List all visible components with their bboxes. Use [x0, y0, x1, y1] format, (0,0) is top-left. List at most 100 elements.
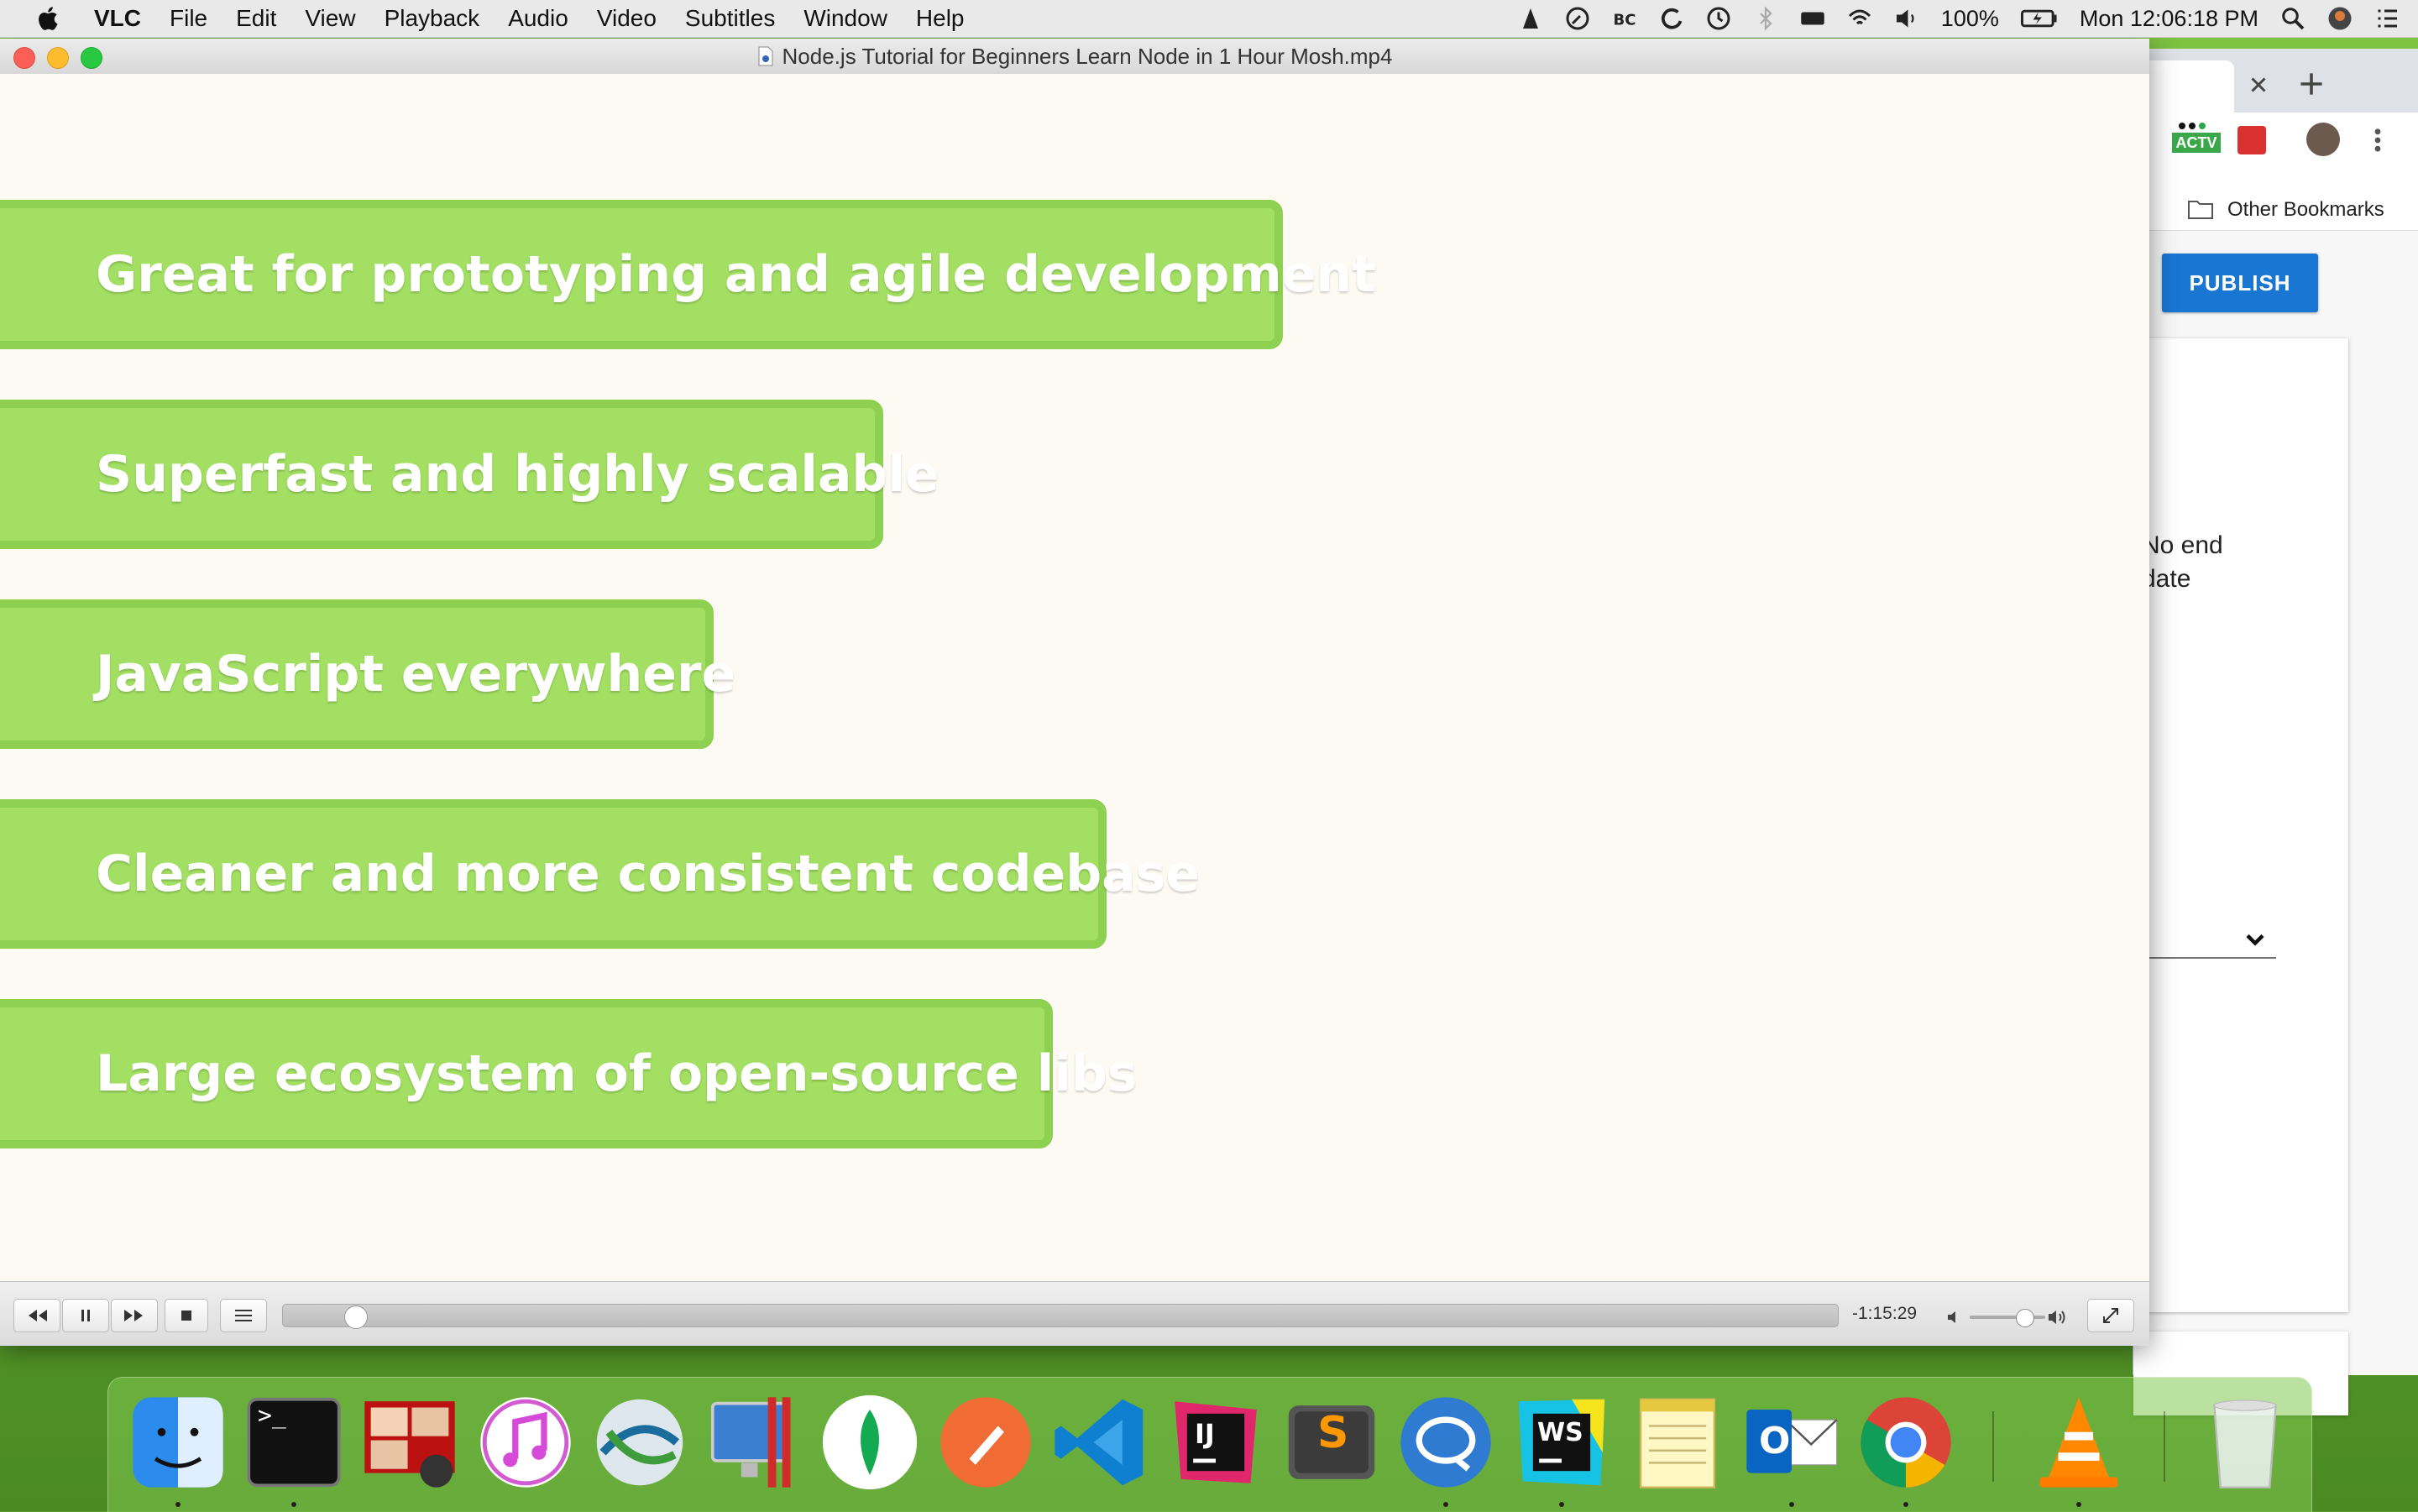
menu-bar: VLC File Edit View Playback Audio Video …: [0, 0, 2418, 38]
spotlight-search-icon[interactable]: [2280, 6, 2305, 31]
profile-avatar[interactable]: [2306, 123, 2340, 156]
terminal-prompt: >_: [258, 1401, 286, 1429]
volume-icon[interactable]: [1894, 6, 1919, 31]
terminal-icon[interactable]: >_: [243, 1391, 345, 1494]
time-machine-icon[interactable]: [1706, 6, 1731, 31]
outlook-icon[interactable]: O: [1740, 1391, 1843, 1494]
dock-separator: [2164, 1411, 2165, 1482]
publish-button[interactable]: PUBLISH: [2162, 254, 2318, 312]
user-avatar-icon[interactable]: [2327, 6, 2353, 31]
postman-icon[interactable]: [934, 1391, 1037, 1494]
notification-center-icon[interactable]: [2374, 6, 2400, 31]
parallels-icon[interactable]: [704, 1391, 807, 1494]
webstorm-label: WS: [1537, 1418, 1583, 1447]
vlc-status-icon[interactable]: [1518, 6, 1543, 31]
folder-icon: [2188, 201, 2213, 219]
itunes-icon[interactable]: [474, 1391, 577, 1494]
webstorm-icon[interactable]: WS: [1510, 1391, 1613, 1494]
actv-badge: ACTV: [2172, 133, 2221, 153]
fast-forward-icon: [124, 1310, 143, 1321]
memory-status-icon[interactable]: [1800, 6, 1825, 31]
stop-button[interactable]: [165, 1299, 208, 1332]
document-icon: [758, 46, 773, 66]
video-area[interactable]: Great for prototyping and agile developm…: [0, 74, 2149, 1281]
intellij-idea-icon[interactable]: IJ: [1165, 1391, 1267, 1494]
new-tab-icon[interactable]: [2296, 69, 2326, 99]
menu-file[interactable]: File: [170, 5, 207, 32]
fast-forward-button[interactable]: [111, 1299, 158, 1332]
window-title: Node.js Tutorial for Beginners Learn Nod…: [782, 43, 1393, 69]
stop-icon: [181, 1311, 191, 1321]
webstorm-running-indicator: [1559, 1502, 1564, 1507]
svg-text:BC: BC: [1613, 12, 1636, 29]
vlc-icon[interactable]: [2028, 1391, 2130, 1494]
remaining-time[interactable]: -1:15:29: [1852, 1304, 1936, 1324]
outlook-label: O: [1759, 1420, 1791, 1462]
sync-status-icon[interactable]: [1659, 6, 1684, 31]
bookmarks-bar: Other Bookmarks: [2133, 188, 2418, 231]
trash-icon[interactable]: [2194, 1391, 2296, 1494]
volume-max-icon[interactable]: [2047, 1307, 2069, 1327]
chevron-down-icon[interactable]: [2243, 927, 2268, 952]
status-menus: BC 100% Mon 12:06:18 PM: [1518, 0, 2400, 37]
menu-help[interactable]: Help: [916, 5, 965, 32]
timeline-knob[interactable]: [344, 1305, 369, 1329]
playlist-icon: [235, 1310, 252, 1321]
pause-icon: [81, 1310, 90, 1321]
network-app-icon[interactable]: [589, 1391, 691, 1494]
settings-card: [2133, 338, 2348, 1312]
volume-knob[interactable]: [2015, 1309, 2034, 1327]
bt-status-icon[interactable]: BC: [1612, 6, 1637, 31]
menu-window[interactable]: Window: [803, 5, 887, 32]
vscode-icon[interactable]: [1049, 1391, 1151, 1494]
playlist-button[interactable]: [220, 1299, 267, 1332]
slide-item-2: Superfast and highly scalable: [0, 400, 939, 549]
vlc-running-indicator: [2076, 1502, 2081, 1507]
sublime-label: S: [1317, 1408, 1349, 1458]
actv-extension-icon[interactable]: ACTV: [2172, 121, 2221, 154]
apple-menu-icon[interactable]: [34, 3, 64, 34]
finder-running-indicator: [175, 1502, 181, 1507]
vlc-window: Node.js Tutorial for Beginners Learn Nod…: [0, 39, 2149, 1346]
vlc-title-bar[interactable]: Node.js Tutorial for Beginners Learn Nod…: [0, 39, 2149, 75]
mongodb-compass-icon[interactable]: [819, 1391, 921, 1494]
hipchat-running-indicator: [1443, 1502, 1448, 1507]
menu-view[interactable]: View: [305, 5, 355, 32]
menu-subtitles[interactable]: Subtitles: [685, 5, 775, 32]
dropdown-underline: [2133, 957, 2276, 959]
battery-icon[interactable]: [2020, 6, 2058, 31]
key-status-icon[interactable]: [1565, 6, 1590, 31]
fullscreen-button[interactable]: [2087, 1299, 2134, 1332]
wifi-icon[interactable]: [1847, 6, 1872, 31]
chrome-running-indicator: [1903, 1502, 1908, 1507]
volume-mute-icon[interactable]: [1946, 1309, 1963, 1326]
bluetooth-icon[interactable]: [1753, 6, 1778, 31]
sublime-text-icon[interactable]: S: [1280, 1391, 1383, 1494]
battery-percentage[interactable]: 100%: [1941, 6, 1999, 32]
extension-icon[interactable]: [2237, 126, 2266, 154]
menu-clock[interactable]: Mon 12:06:18 PM: [2080, 6, 2258, 32]
outlook-running-indicator: [1789, 1502, 1794, 1507]
other-bookmarks-link[interactable]: Other Bookmarks: [2227, 198, 2384, 222]
chrome-menu-icon[interactable]: [2365, 126, 2390, 154]
window-title-container: Node.js Tutorial for Beginners Learn Nod…: [0, 39, 2149, 74]
photo-booth-icon[interactable]: [359, 1391, 461, 1494]
slide-item-3: JavaScript everywhere: [0, 599, 735, 749]
app-menu[interactable]: VLC: [94, 5, 141, 32]
finder-icon[interactable]: [127, 1391, 229, 1494]
timeline-slider[interactable]: [282, 1304, 1839, 1327]
menu-playback[interactable]: Playback: [385, 5, 480, 32]
menu-edit[interactable]: Edit: [236, 5, 276, 32]
chrome-icon[interactable]: [1855, 1391, 1957, 1494]
intellij-label: IJ: [1195, 1418, 1215, 1450]
rewind-button[interactable]: [13, 1299, 60, 1332]
hipchat-icon[interactable]: [1395, 1391, 1497, 1494]
slide-item-1: Great for prototyping and agile developm…: [0, 200, 1376, 349]
pause-button[interactable]: [62, 1299, 109, 1332]
rewind-icon: [29, 1310, 47, 1321]
menu-audio[interactable]: Audio: [508, 5, 568, 32]
notes-icon[interactable]: [1626, 1391, 1729, 1494]
close-tab-icon[interactable]: [2246, 72, 2271, 97]
slide-item-4: Cleaner and more consistent codebase: [0, 799, 1200, 949]
menu-video[interactable]: Video: [597, 5, 657, 32]
